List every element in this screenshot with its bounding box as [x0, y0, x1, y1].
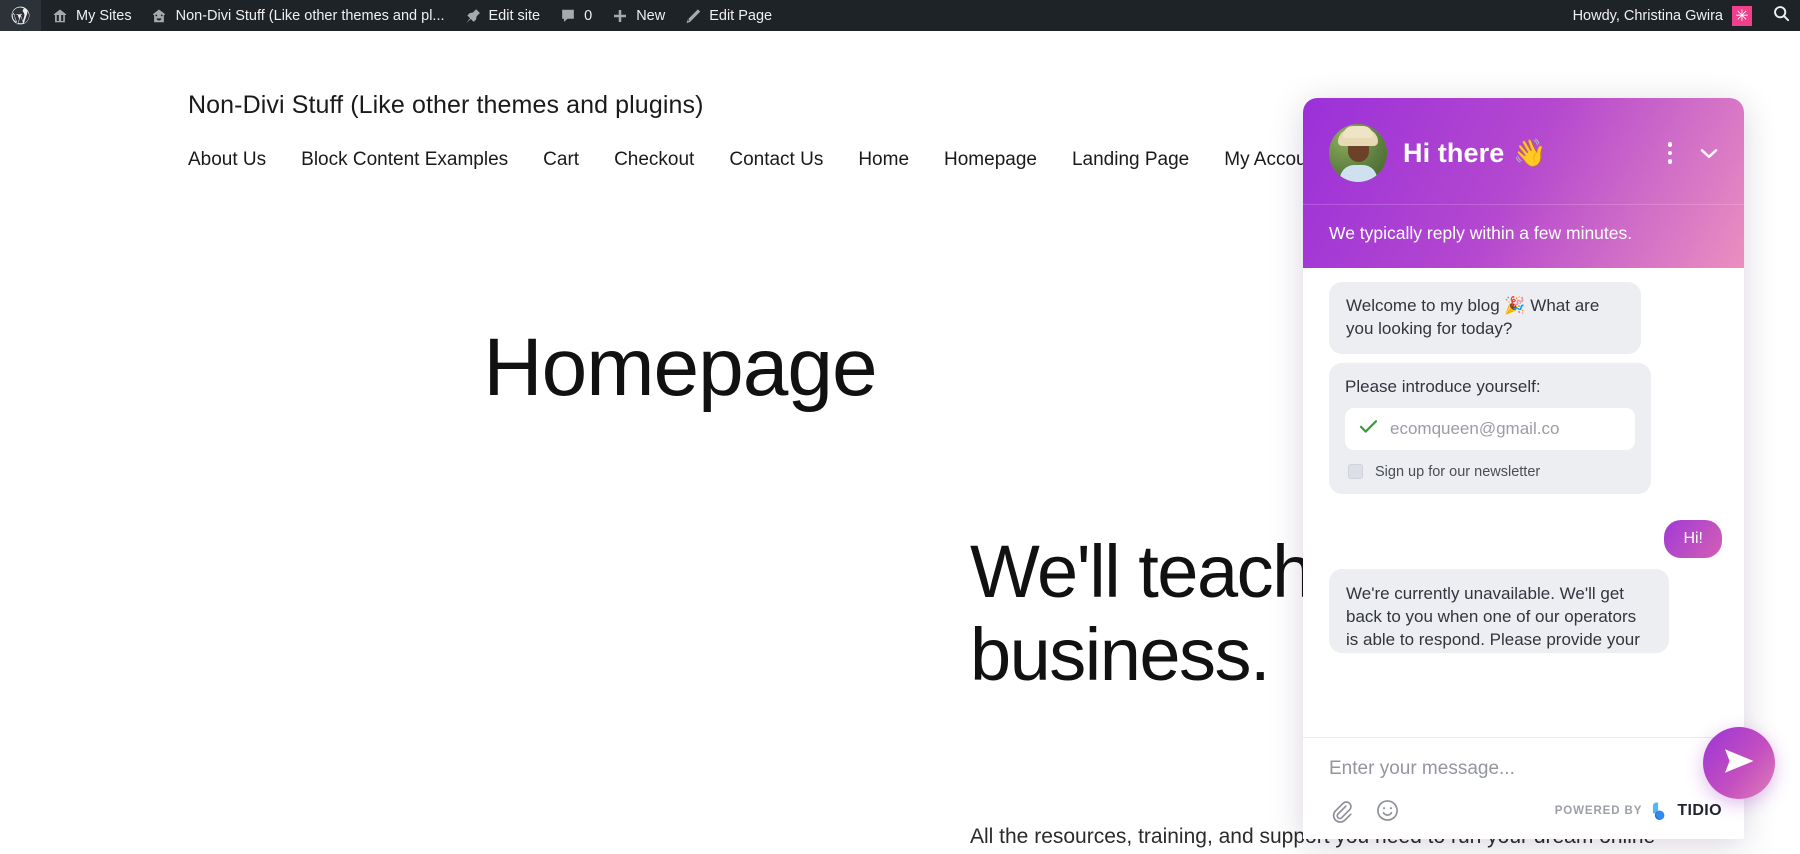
- comment-bubble-icon: [558, 6, 577, 25]
- tidio-wordmark: TIDIO: [1677, 802, 1722, 820]
- nav-item-checkout[interactable]: Checkout: [614, 149, 694, 171]
- admin-bar-item-wp-logo[interactable]: [0, 0, 41, 31]
- send-message-button[interactable]: [1703, 727, 1775, 799]
- plus-icon: [610, 6, 629, 25]
- admin-bar-item-comments[interactable]: 0: [549, 0, 601, 31]
- site-title[interactable]: Non-Divi Stuff (Like other themes and pl…: [188, 91, 704, 120]
- chat-message-bot: Welcome to my blog 🎉 What are you lookin…: [1329, 282, 1641, 354]
- powered-by-label: POWERED BY: [1555, 805, 1643, 817]
- admin-bar-label-my-sites: My Sites: [76, 8, 132, 24]
- chat-message-list[interactable]: Welcome to my blog 🎉 What are you lookin…: [1303, 268, 1744, 737]
- email-field[interactable]: ecomqueen@gmail.co: [1345, 408, 1635, 450]
- admin-bar-label-comments: 0: [584, 8, 592, 24]
- wp-admin-bar: My Sites Non-Divi Stuff (Like other them…: [0, 0, 1800, 31]
- newsletter-label: Sign up for our newsletter: [1375, 464, 1540, 480]
- nav-item-homepage[interactable]: Homepage: [944, 149, 1037, 171]
- admin-bar-label-edit-page: Edit Page: [709, 8, 772, 24]
- chat-message-bot-unavailable: We're currently unavailable. We'll get b…: [1329, 569, 1669, 653]
- chat-prechat-form: Please introduce yourself: ecomqueen@gma…: [1329, 363, 1651, 494]
- emoji-smiley-icon[interactable]: [1375, 798, 1400, 823]
- nav-item-cart[interactable]: Cart: [543, 149, 579, 171]
- admin-bar-search-button[interactable]: [1762, 0, 1800, 31]
- admin-bar-label-site-name: Non-Divi Stuff (Like other themes and pl…: [176, 8, 445, 24]
- chat-footer: Enter your message... POWERED BY: [1303, 737, 1744, 839]
- multisite-icon: [50, 6, 69, 25]
- page-title: Homepage: [0, 321, 1360, 415]
- chat-header: Hi there 👋 We typically reply within a f…: [1303, 98, 1744, 268]
- admin-bar-item-edit-page[interactable]: Edit Page: [674, 0, 781, 31]
- chat-greeting: Hi there 👋: [1403, 137, 1547, 169]
- kebab-menu-icon[interactable]: [1660, 140, 1680, 166]
- tidio-logo: TIDIO: [1650, 802, 1722, 820]
- admin-bar-right-group: Howdy, Christina Gwira ✳: [1561, 0, 1800, 31]
- howdy-label: Howdy, Christina Gwira: [1573, 8, 1723, 24]
- prechat-form-label: Please introduce yourself:: [1345, 377, 1635, 397]
- avatar-glyph: ✳: [1735, 8, 1748, 24]
- send-paper-plane-icon: [1722, 746, 1756, 781]
- pencil-icon: [683, 6, 702, 25]
- chat-message-user: Hi!: [1664, 520, 1722, 558]
- chat-greeting-text: Hi there: [1403, 138, 1504, 169]
- chat-subtitle: We typically reply within a few minutes.: [1303, 204, 1744, 268]
- admin-bar-left-group: My Sites Non-Divi Stuff (Like other them…: [0, 0, 781, 31]
- primary-navigation: About Us Block Content Examples Cart Che…: [188, 149, 1391, 171]
- nav-item-about-us[interactable]: About Us: [188, 149, 266, 171]
- tidio-chat-widget: Hi there 👋 We typically reply within a f…: [1303, 98, 1744, 839]
- chat-footer-row: POWERED BY TIDIO: [1329, 798, 1722, 823]
- wordpress-logo-icon: [11, 6, 30, 25]
- paperclip-icon[interactable]: [1329, 799, 1353, 823]
- chat-header-top-row: Hi there 👋: [1303, 98, 1744, 202]
- newsletter-opt-in-row[interactable]: Sign up for our newsletter: [1345, 464, 1635, 480]
- admin-bar-item-new[interactable]: New: [601, 0, 674, 31]
- pushpin-icon: [463, 6, 482, 25]
- chevron-down-icon[interactable]: [1696, 140, 1722, 166]
- powered-by-tidio[interactable]: POWERED BY TIDIO: [1555, 802, 1722, 820]
- admin-bar-label-new: New: [636, 8, 665, 24]
- email-field-value: ecomqueen@gmail.co: [1390, 419, 1559, 439]
- nav-item-block-content-examples[interactable]: Block Content Examples: [301, 149, 508, 171]
- newsletter-checkbox[interactable]: [1348, 464, 1363, 479]
- search-icon: [1772, 4, 1791, 27]
- avatar: ✳: [1732, 6, 1752, 26]
- admin-bar-label-edit-site: Edit site: [489, 8, 541, 24]
- check-icon: [1359, 419, 1378, 438]
- admin-bar-item-howdy[interactable]: Howdy, Christina Gwira ✳: [1561, 0, 1762, 31]
- nav-item-home[interactable]: Home: [858, 149, 909, 171]
- waving-hand-icon: 👋: [1513, 137, 1547, 169]
- admin-bar-item-my-sites[interactable]: My Sites: [41, 0, 141, 31]
- admin-bar-item-edit-site[interactable]: Edit site: [454, 0, 550, 31]
- message-input[interactable]: Enter your message...: [1329, 752, 1722, 798]
- admin-bar-item-site-name[interactable]: Non-Divi Stuff (Like other themes and pl…: [141, 0, 454, 31]
- nav-item-contact-us[interactable]: Contact Us: [729, 149, 823, 171]
- site-icon: [150, 6, 169, 25]
- operator-avatar: [1329, 124, 1387, 182]
- nav-item-landing-page[interactable]: Landing Page: [1072, 149, 1189, 171]
- chat-header-actions: [1660, 140, 1722, 166]
